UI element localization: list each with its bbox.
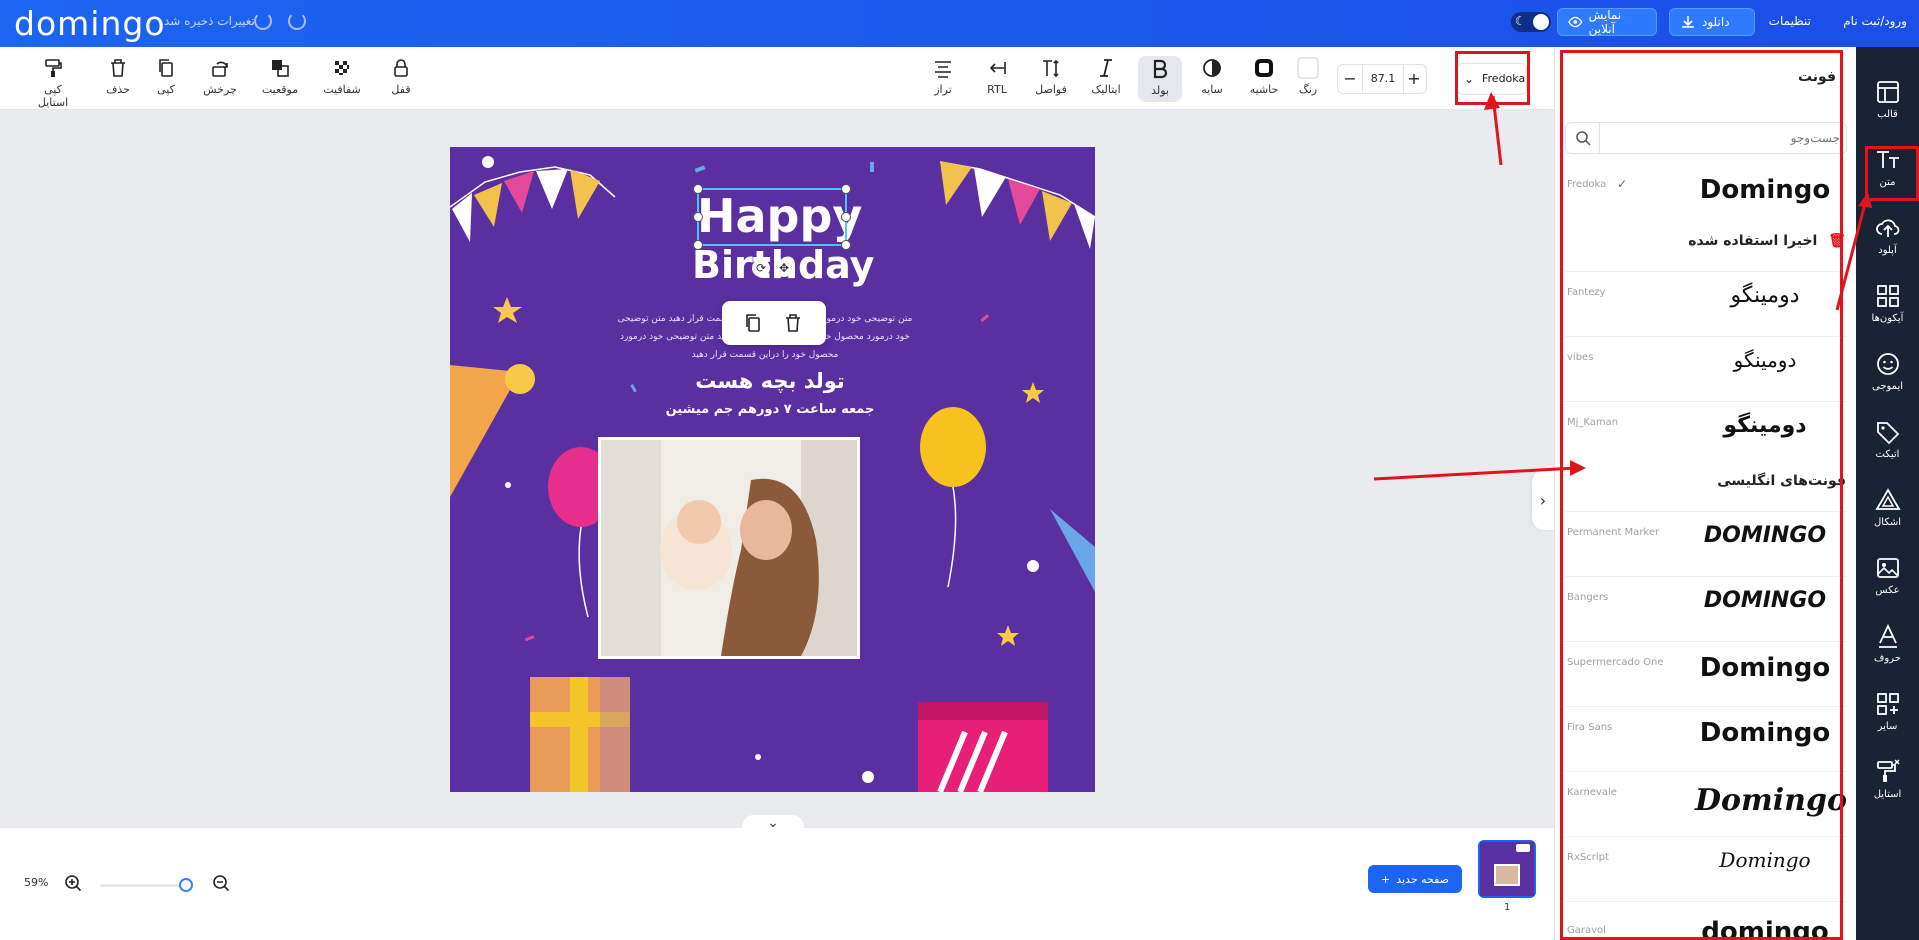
annotation-arrows: [1373, 92, 1872, 481]
